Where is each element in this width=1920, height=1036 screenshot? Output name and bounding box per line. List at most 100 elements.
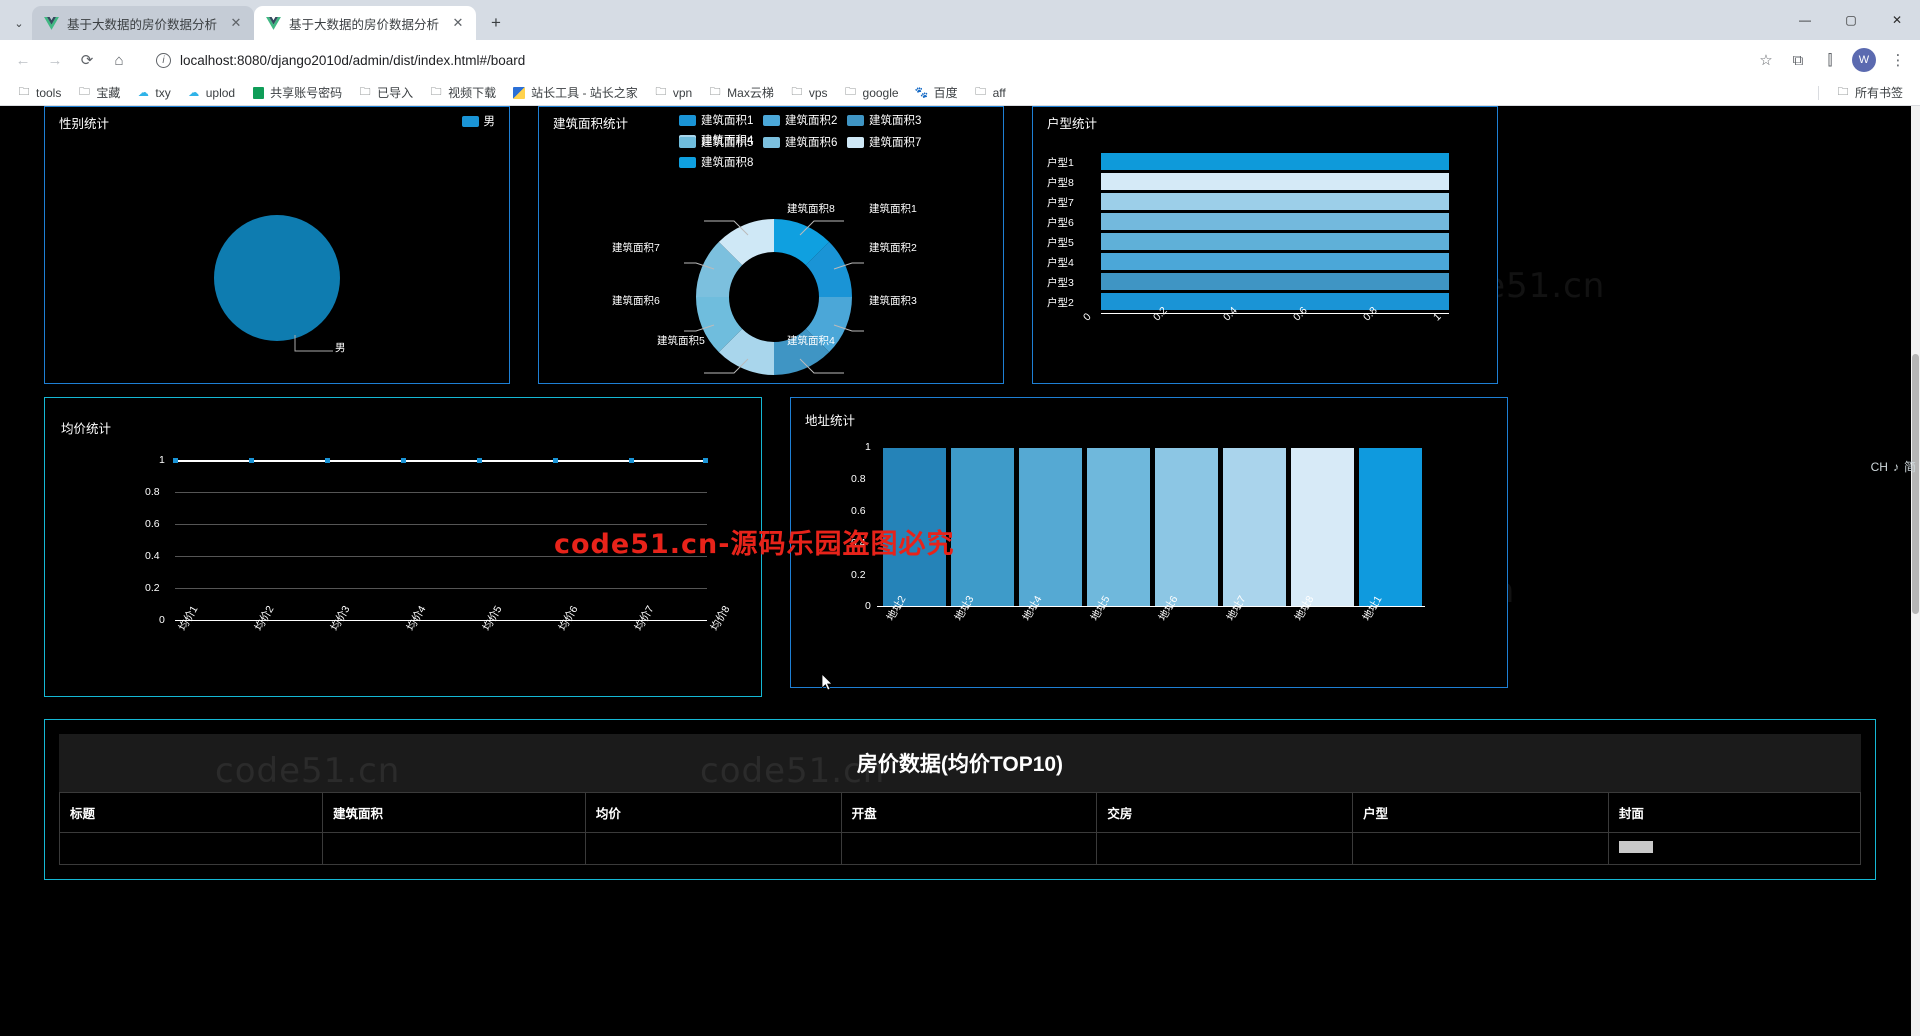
cover-thumbnail[interactable] xyxy=(1618,841,1653,853)
legend-item[interactable]: 建筑面积2 xyxy=(763,112,837,128)
all-bookmarks-button[interactable]: 🗀 所有书签 xyxy=(1829,82,1910,103)
maximize-button[interactable]: ▢ xyxy=(1828,0,1874,40)
th-area[interactable]: 建筑面积 xyxy=(321,792,586,833)
bar-housetype1[interactable] xyxy=(1101,153,1449,170)
legend-label: 建筑面积2 xyxy=(785,115,838,127)
donut-label-area3: 建筑面积3 xyxy=(869,295,917,307)
forward-icon[interactable]: → xyxy=(40,45,70,75)
bookmark-tools[interactable]: 🗀 tools xyxy=(10,84,68,102)
bookmark-video-download[interactable]: 🗀 视频下载 xyxy=(422,82,503,103)
th-title[interactable]: 标题 xyxy=(59,792,323,833)
data-point[interactable] xyxy=(553,458,558,463)
data-point[interactable] xyxy=(249,458,254,463)
bookmark-label: Max云梯 xyxy=(727,86,774,100)
th-delivery[interactable]: 交房 xyxy=(1096,792,1354,833)
bar-address1[interactable] xyxy=(1359,448,1422,606)
legend-item[interactable]: 建筑面积3 xyxy=(847,112,921,128)
bar-housetype3[interactable] xyxy=(1101,273,1449,290)
line-series-avg-price[interactable] xyxy=(175,460,707,462)
bookmark-baidu[interactable]: 🐾 百度 xyxy=(908,82,965,103)
browser-tab-2[interactable]: 基于大数据的房价数据分析 ✕ xyxy=(254,6,476,40)
legend-item[interactable]: 男 xyxy=(461,113,495,129)
panel-house-type-statistics: 户型统计 户型1 户型8 户型7 户型6 户型5 户型4 户型3 户型2 0 0… xyxy=(1032,106,1498,384)
data-point[interactable] xyxy=(401,458,406,463)
reload-icon[interactable]: ⟳ xyxy=(72,45,102,75)
bookmark-baozang[interactable]: 🗀 宝藏 xyxy=(70,82,127,103)
close-window-button[interactable]: ✕ xyxy=(1874,0,1920,40)
bookmark-imported[interactable]: 🗀 已导入 xyxy=(351,82,420,103)
folder-icon: 🗀 xyxy=(845,86,857,98)
house-type-xaxis: 0 0.2 0.4 0.6 0.8 1 xyxy=(1081,305,1487,355)
home-icon[interactable]: ⌂ xyxy=(104,45,134,75)
scrollbar-thumb[interactable] xyxy=(1912,354,1919,614)
th-housetype[interactable]: 户型 xyxy=(1352,792,1609,833)
bookmark-max-cloud[interactable]: 🗀 Max云梯 xyxy=(701,82,781,103)
ime-lang[interactable]: CH xyxy=(1871,460,1888,474)
split-view-icon[interactable]: ⫿ xyxy=(1816,46,1844,74)
ime-mode[interactable]: 简 xyxy=(1904,458,1916,475)
bar-address5[interactable] xyxy=(1087,448,1150,606)
cell-title xyxy=(59,832,323,865)
data-point[interactable] xyxy=(629,458,634,463)
ytick-housetype4: 户型4 xyxy=(1047,257,1074,269)
bookmark-aff[interactable]: 🗀 aff xyxy=(967,84,1013,102)
ytick-04: 0.4 xyxy=(145,550,160,562)
th-cover[interactable]: 封面 xyxy=(1607,792,1862,833)
bar-address3[interactable] xyxy=(951,448,1014,606)
gender-pie-slice-male[interactable] xyxy=(214,215,340,341)
site-info-icon[interactable]: i xyxy=(156,52,171,68)
bookmark-uplod[interactable]: ☁ uplod xyxy=(180,84,242,102)
new-tab-button[interactable]: + xyxy=(482,9,510,37)
legend-item[interactable]: 建筑面积7 xyxy=(847,134,921,150)
data-point[interactable] xyxy=(477,458,482,463)
music-note-icon[interactable]: ♪ xyxy=(1893,460,1899,474)
bar-address7[interactable] xyxy=(1223,448,1286,606)
bookmark-star-icon[interactable]: ☆ xyxy=(1752,46,1780,74)
bookmark-txy[interactable]: ☁ txy xyxy=(129,84,177,102)
tab-search-icon[interactable]: ⌄ xyxy=(6,8,32,38)
close-tab-1-icon[interactable]: ✕ xyxy=(228,15,244,31)
profile-avatar[interactable]: W xyxy=(1852,48,1876,72)
bar-housetype8[interactable] xyxy=(1101,173,1449,190)
bookmark-vps[interactable]: 🗀 vps xyxy=(783,84,835,102)
close-tab-2-icon[interactable]: ✕ xyxy=(450,15,466,31)
red-watermark-banner: code51.cn-源码乐园盗图必究 xyxy=(554,529,955,560)
browser-tab-1[interactable]: 基于大数据的房价数据分析 ✕ xyxy=(32,6,254,40)
mouse-cursor xyxy=(822,674,833,691)
legend-item[interactable]: 建筑面积1 xyxy=(679,112,753,128)
legend-item[interactable]: 建筑面积6 xyxy=(763,134,837,150)
bar-housetype6[interactable] xyxy=(1101,213,1449,230)
bar-housetype7[interactable] xyxy=(1101,193,1449,210)
th-avgprice[interactable]: 均价 xyxy=(584,792,842,833)
legend-item[interactable]: 建筑面积8 xyxy=(679,154,753,170)
page-scrollbar[interactable] xyxy=(1911,106,1920,1036)
chrome-menu-icon[interactable]: ⋮ xyxy=(1884,46,1912,74)
bar-housetype5[interactable] xyxy=(1101,233,1449,250)
th-opening[interactable]: 开盘 xyxy=(840,792,1098,833)
cloud-upload-icon: ☁ xyxy=(188,87,200,99)
bookmark-google[interactable]: 🗀 google xyxy=(837,84,906,102)
legend-swatch-icon xyxy=(461,115,479,127)
bar-housetype4[interactable] xyxy=(1101,253,1449,270)
bar-address4[interactable] xyxy=(1019,448,1082,606)
bookmark-chinaz[interactable]: 站长工具 - 站长之家 xyxy=(505,82,645,103)
navigation-bar: ← → ⟳ ⌂ i localhost:8080/django2010d/adm… xyxy=(0,40,1920,80)
extensions-icon[interactable]: ⧉ xyxy=(1784,46,1812,74)
address-bar-url: localhost:8080/django2010d/admin/dist/in… xyxy=(180,52,526,68)
bookmark-vpn[interactable]: 🗀 vpn xyxy=(647,84,699,102)
data-point[interactable] xyxy=(325,458,330,463)
ytick-1: 1 xyxy=(159,454,165,466)
table-row[interactable] xyxy=(59,832,1862,865)
address-bar[interactable]: i localhost:8080/django2010d/admin/dist/… xyxy=(144,46,1742,74)
bar-address8[interactable] xyxy=(1291,448,1354,606)
data-point[interactable] xyxy=(703,458,708,463)
back-icon[interactable]: ← xyxy=(8,45,38,75)
bookmark-label: 站长工具 - 站长之家 xyxy=(531,86,638,100)
bar-address6[interactable] xyxy=(1155,448,1218,606)
building-area-donut-chart[interactable] xyxy=(684,207,864,387)
bar-housetype2[interactable] xyxy=(1101,293,1449,310)
legend-item[interactable]: 建筑面积5 xyxy=(679,134,753,150)
data-point[interactable] xyxy=(173,458,178,463)
minimize-button[interactable]: — xyxy=(1782,0,1828,40)
bookmark-shared-passwords[interactable]: 共享账号密码 xyxy=(244,82,349,103)
